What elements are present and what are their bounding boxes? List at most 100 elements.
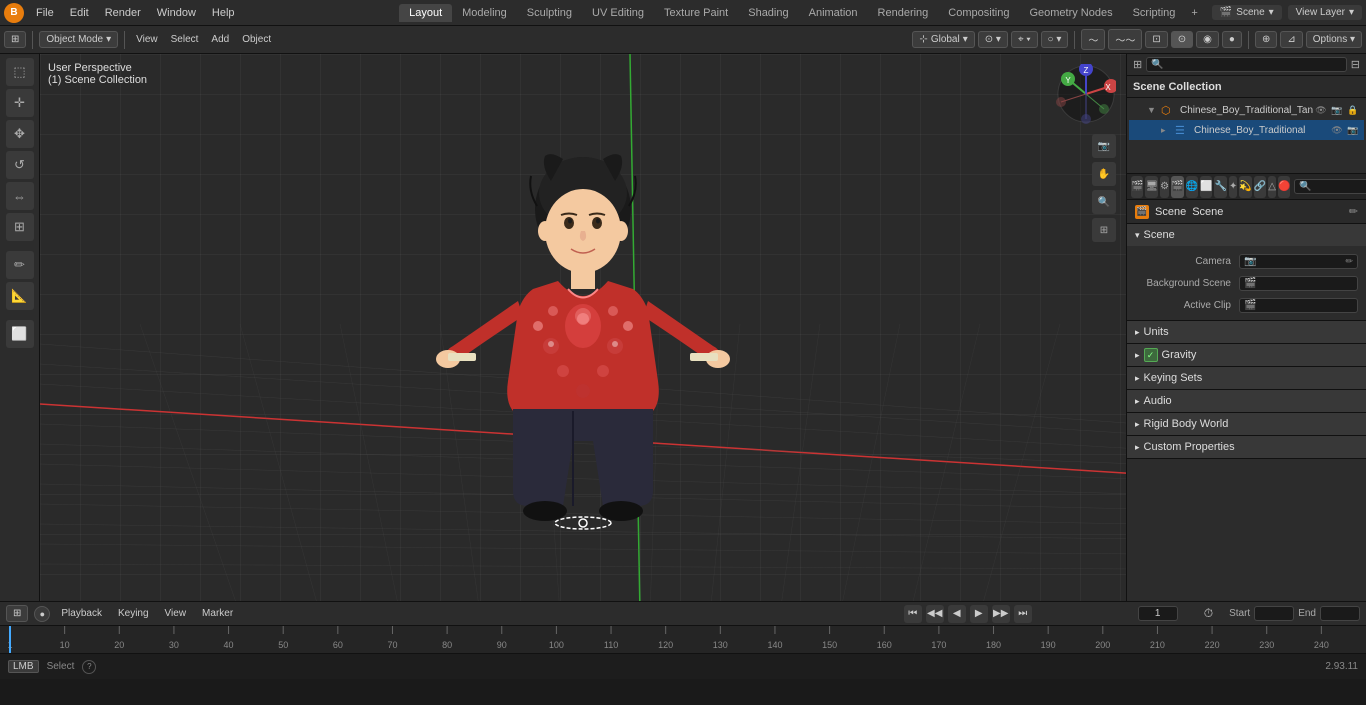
arrow-0[interactable]: ▼ — [1147, 105, 1161, 115]
pivot-point[interactable]: ⊙ ▾ — [978, 31, 1008, 48]
tab-rendering[interactable]: Rendering — [868, 4, 939, 22]
menu-window[interactable]: Window — [149, 5, 204, 21]
tab-texture-paint[interactable]: Texture Paint — [654, 4, 738, 22]
zoom-btn[interactable]: 🔍 — [1092, 190, 1116, 214]
prop-tab-particles[interactable]: ✦ — [1229, 176, 1237, 198]
proportional-edit[interactable]: ○ ▾ — [1041, 31, 1069, 48]
select-menu[interactable]: Select — [166, 33, 204, 46]
visibility-icon-1[interactable]: 👁 — [1330, 125, 1344, 136]
tool-annotate[interactable]: ✏ — [6, 251, 34, 279]
scene-selector[interactable]: 🎬 Scene ▾ — [1212, 5, 1282, 20]
options-btn[interactable]: Options ▾ — [1306, 31, 1362, 48]
render-icon-0[interactable]: 📷 — [1330, 105, 1344, 116]
grid-btn[interactable]: ⊞ — [1092, 218, 1116, 242]
prop-tab-modifier[interactable]: 🔧 — [1214, 176, 1226, 198]
prev-keyframe-btn[interactable]: ◀◀ — [926, 605, 944, 623]
prop-tab-world[interactable]: 🌐 — [1186, 176, 1198, 198]
tool-cursor[interactable]: ✛ — [6, 89, 34, 117]
menu-file[interactable]: File — [28, 5, 62, 21]
gizmo-btn[interactable]: ⊿ — [1280, 31, 1302, 48]
visibility-icon-0[interactable]: 👁 — [1314, 105, 1328, 116]
active-clip-value[interactable]: 🎬 — [1239, 298, 1358, 313]
viewport-shading-render[interactable]: ● — [1222, 31, 1242, 48]
marker-btn[interactable]: Marker — [197, 607, 238, 620]
viewport-shading-wire[interactable]: ⊡ — [1145, 31, 1167, 48]
outliner-item-0[interactable]: ▼ ⬡ Chinese_Boy_Traditional_Tan 👁 📷 🔒 — [1129, 100, 1364, 120]
tool-add-cube[interactable]: ⬜ — [6, 320, 34, 348]
viewport-3d[interactable]: User Perspective (1) Scene Collection X … — [40, 54, 1126, 601]
tool-move[interactable]: ✥ — [6, 120, 34, 148]
section-audio-header[interactable]: Audio — [1127, 390, 1366, 412]
tab-modeling[interactable]: Modeling — [452, 4, 517, 22]
transform-orientation[interactable]: ⊹ Global ▾ — [912, 31, 974, 48]
section-units-header[interactable]: Units — [1127, 321, 1366, 343]
tab-uv-editing[interactable]: UV Editing — [582, 4, 654, 22]
prop-tab-render[interactable]: 🎬 — [1131, 176, 1143, 198]
frame-counter-icon[interactable]: ● — [34, 606, 50, 622]
view-menu[interactable]: View — [131, 33, 163, 46]
camera-view-btn[interactable]: 📷 — [1092, 134, 1116, 158]
jump-end-btn[interactable]: ⏭ — [1014, 605, 1032, 623]
tab-shading[interactable]: Shading — [738, 4, 798, 22]
keying-btn[interactable]: Keying — [113, 607, 154, 620]
prop-tab-constraints[interactable]: 🔗 — [1254, 176, 1266, 198]
menu-render[interactable]: Render — [97, 5, 149, 21]
viewport-gizmo[interactable]: X Y Z — [1056, 64, 1116, 124]
add-workspace-tab[interactable]: + — [1185, 5, 1203, 21]
start-frame-input[interactable]: 1 — [1254, 606, 1294, 621]
section-scene-header[interactable]: Scene — [1127, 224, 1366, 246]
clock-icon[interactable]: ⏱ — [1204, 606, 1213, 621]
tab-geometry-nodes[interactable]: Geometry Nodes — [1019, 4, 1122, 22]
tab-compositing[interactable]: Compositing — [938, 4, 1019, 22]
add-menu[interactable]: Add — [206, 33, 234, 46]
scene-name-edit-icon[interactable]: ✏ — [1349, 205, 1358, 218]
tab-scripting[interactable]: Scripting — [1123, 4, 1186, 22]
timeline-ruler[interactable]: 1102030405060708090100110120130140150160… — [0, 626, 1366, 653]
view-layer-selector[interactable]: View Layer ▾ — [1288, 5, 1362, 20]
gravity-checkbox[interactable]: ✓ — [1144, 348, 1158, 362]
outliner-item-1[interactable]: ▸ ☰ Chinese_Boy_Traditional 👁 📷 — [1129, 120, 1364, 140]
playback-btn[interactable]: Playback — [56, 607, 107, 620]
hand-btn[interactable]: ✋ — [1092, 162, 1116, 186]
prop-tab-view-layer[interactable]: ⚙ — [1160, 176, 1169, 198]
prop-tab-data[interactable]: △ — [1268, 176, 1276, 198]
viewport-shading-material[interactable]: ◉ — [1196, 31, 1219, 48]
section-rigid-body-header[interactable]: Rigid Body World — [1127, 413, 1366, 435]
prop-tab-material[interactable]: 🔴 — [1278, 176, 1290, 198]
current-frame-input[interactable]: 1 — [1138, 606, 1178, 621]
app-logo[interactable]: B — [4, 3, 24, 23]
graph-btn[interactable]: 〜 — [1081, 29, 1105, 50]
prop-tab-physics[interactable]: 💫 — [1239, 176, 1251, 198]
tool-select[interactable]: ⬚ — [6, 58, 34, 86]
prop-tab-output[interactable]: 🖥 — [1145, 176, 1158, 198]
outliner-filter-icon[interactable]: ⊟ — [1351, 58, 1360, 71]
camera-pencil[interactable]: ✏ — [1345, 256, 1353, 267]
menu-edit[interactable]: Edit — [62, 5, 97, 21]
tab-sculpting[interactable]: Sculpting — [517, 4, 582, 22]
timeline-view-btn[interactable]: View — [160, 607, 192, 620]
viewport-shading-solid[interactable]: ⊙ — [1171, 31, 1193, 48]
jump-start-btn[interactable]: ⏮ — [904, 605, 922, 623]
data-icon-0[interactable]: 🔒 — [1346, 105, 1360, 116]
mode-selector[interactable]: Object Mode ▾ — [39, 31, 118, 48]
tool-rotate[interactable]: ↺ — [6, 151, 34, 179]
tool-transform[interactable]: ⊞ — [6, 213, 34, 241]
snap-btn[interactable]: ⌖ ▾ — [1011, 31, 1038, 48]
section-keying-sets-header[interactable]: Keying Sets — [1127, 367, 1366, 389]
bg-scene-value[interactable]: 🎬 — [1239, 276, 1358, 291]
camera-value[interactable]: 📷 ✏ — [1239, 254, 1358, 269]
properties-search[interactable] — [1294, 179, 1366, 194]
graph-btn2[interactable]: 〜〜 — [1108, 29, 1142, 50]
prop-tab-object[interactable]: ⬜ — [1200, 176, 1212, 198]
editor-type-btn[interactable]: ⊞ — [4, 31, 26, 48]
section-gravity-header[interactable]: ✓ Gravity — [1127, 344, 1366, 366]
tab-animation[interactable]: Animation — [799, 4, 868, 22]
tool-scale[interactable]: ⇔ — [6, 182, 34, 210]
menu-help[interactable]: Help — [204, 5, 243, 21]
end-frame-input[interactable]: 250 — [1320, 606, 1360, 621]
tab-layout[interactable]: Layout — [399, 4, 452, 22]
prop-tab-scene[interactable]: 🎬 — [1171, 176, 1183, 198]
overlay-btn[interactable]: ⊕ — [1255, 31, 1277, 48]
tool-measure[interactable]: 📐 — [6, 282, 34, 310]
object-menu[interactable]: Object — [237, 33, 276, 46]
